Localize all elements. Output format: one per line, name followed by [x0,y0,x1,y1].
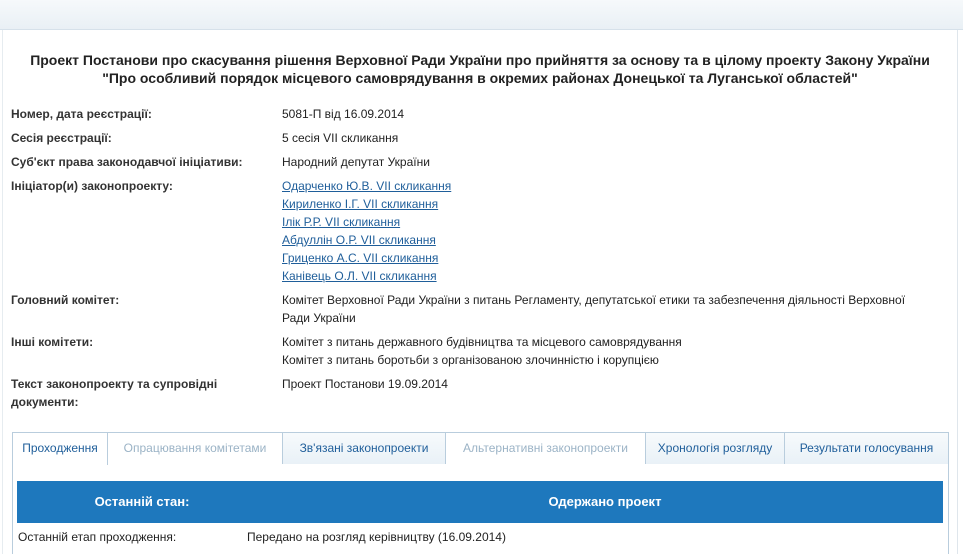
tab-chronology[interactable]: Хронологія розгляду [645,432,785,464]
bill-title-line-2: "Про особливий порядок місцевого самовря… [102,70,858,86]
tab-bar: Проходження Опрацювання комітетами Зв'яз… [12,432,949,465]
session-value: 5 сесія VII скликання [282,131,399,145]
other-committee-item: Комітет з питань боротьби з організовано… [282,353,659,367]
subject-value: Народний депутат України [282,155,430,169]
initiator-link[interactable]: Кириленко І.Г. VII скликання [282,195,942,213]
session-label: Сесія реєстрації: [11,131,112,145]
documents-value: Проект Постанови 19.09.2014 [282,377,448,391]
initiator-link[interactable]: Одарченко Ю.В. VII скликання [282,177,942,195]
initiator-link[interactable]: Ілік Р.Р. VII скликання [282,213,942,231]
status-label: Останній стан: [94,494,190,509]
top-bar [0,0,963,30]
frame-right-border [957,30,958,554]
tab-committee-processing: Опрацювання комітетами [107,432,283,464]
bill-title: Проект Постанови про скасування рішення … [10,51,950,87]
stage-value: Передано на розгляд керівництву (16.09.2… [247,530,506,544]
subject-label: Суб'єкт права законодавчої ініціативи: [11,155,243,169]
status-value: Одержано проект [548,494,662,509]
tab-voting-results[interactable]: Результати голосування [784,432,949,464]
initiator-link[interactable]: Абдуллін О.Р. VII скликання [282,231,942,249]
main-committee-label: Головний комітет: [11,293,120,307]
tab-related-bills[interactable]: Зв'язані законопроекти [282,432,446,464]
initiator-link[interactable]: Канівець О.Л. VII скликання [282,267,942,285]
other-committee-item: Комітет з питань державного будівництва … [282,335,682,349]
other-committees-list: Комітет з питань державного будівництва … [282,333,942,369]
frame-left-border [2,30,3,554]
initiators-label: Ініціатор(и) законопроекту: [11,179,173,193]
tab-progress[interactable]: Проходження [12,432,108,465]
other-committees-label: Інші комітети: [11,335,94,349]
bill-title-line-1: Проект Постанови про скасування рішення … [30,52,930,68]
registration-value: 5081-П від 16.09.2014 [282,107,405,121]
initiator-link[interactable]: Гриценко А.С. VII скликання [282,249,942,267]
stage-label: Останній етап проходження: [18,530,177,544]
initiators-list: Одарченко Ю.В. VII скликання Кириленко І… [282,177,942,285]
status-bar: Останній стан: Одержано проект [17,481,943,523]
registration-label: Номер, дата реєстрації: [11,107,152,121]
tab-alternative-bills: Альтернативні законопроекти [445,432,646,464]
stage-row: Останній етап проходження: Передано на р… [18,528,506,546]
main-committee-value: Комітет Верховної Ради України з питань … [282,293,906,325]
documents-label: Текст законопроекту та супровідні докуме… [11,377,218,409]
